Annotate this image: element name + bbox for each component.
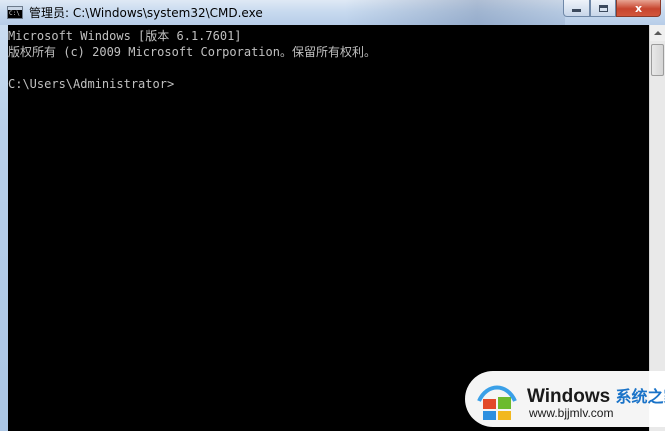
windows-logo-icon bbox=[477, 385, 517, 420]
watermark-brand: Windows bbox=[527, 386, 611, 407]
title-bar-background bbox=[345, 0, 565, 25]
scroll-up-button[interactable] bbox=[650, 25, 665, 41]
maximize-icon bbox=[598, 4, 608, 12]
cmd-window: C:\ 管理员: C:\Windows\system32\CMD.exe x M… bbox=[0, 0, 665, 431]
arrow-up-icon bbox=[653, 31, 662, 35]
watermark-url: www.bjjmlv.com bbox=[529, 406, 614, 420]
window-title: 管理员: C:\Windows\system32\CMD.exe bbox=[29, 6, 263, 20]
watermark-brand-cn: 系统之家 bbox=[615, 389, 665, 406]
cmd-icon[interactable]: C:\ bbox=[7, 6, 23, 19]
console-line-copyright: 版权所有 (c) 2009 Microsoft Corporation。保留所有… bbox=[8, 45, 376, 59]
close-button[interactable]: x bbox=[616, 0, 661, 17]
maximize-button[interactable] bbox=[590, 0, 616, 17]
minimize-button[interactable] bbox=[563, 0, 590, 17]
watermark: Windows 系统之家 www.bjjmlv.com bbox=[465, 371, 665, 431]
title-bar[interactable]: C:\ 管理员: C:\Windows\system32\CMD.exe x bbox=[0, 0, 665, 25]
console-line-version: Microsoft Windows [版本 6.1.7601] bbox=[8, 29, 242, 43]
minimize-icon bbox=[572, 9, 581, 12]
close-icon: x bbox=[634, 1, 643, 15]
watermark-title: Windows 系统之家 bbox=[527, 383, 665, 408]
scroll-thumb[interactable] bbox=[651, 44, 664, 76]
console-prompt[interactable]: C:\Users\Administrator> bbox=[8, 77, 174, 91]
